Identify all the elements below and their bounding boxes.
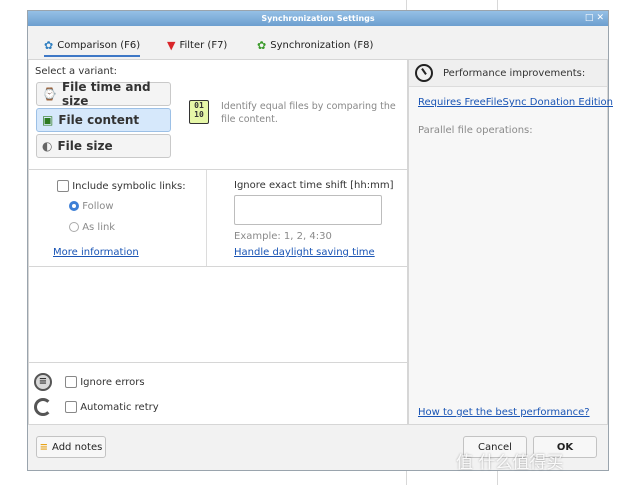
options-panel: Include symbolic links: Follow As link M… [28,169,408,268]
binary-file-icon: ▣ [42,113,54,127]
settings-dialog: Synchronization Settings □ ✕ ✿ Compariso… [27,10,613,471]
divider [206,170,207,268]
performance-title: Performance improvements: [443,68,586,79]
window-controls[interactable]: □ ✕ [585,11,604,26]
retry-icon [34,398,52,416]
title-bar[interactable]: Synchronization Settings □ ✕ [28,11,608,26]
radio-follow[interactable]: Follow [69,201,114,212]
variant-description: Identify equal files by comparing the fi… [221,101,396,125]
notes-icon: ≡ [39,441,49,453]
window-title: Synchronization Settings [261,14,375,23]
speedometer-icon [415,64,433,82]
tab-label: Synchronization (F8) [270,39,374,51]
variant-file-time-size[interactable]: ⌚ File time and size [36,80,171,108]
daylight-saving-link[interactable]: Handle daylight saving time [234,247,375,258]
variant-file-content[interactable]: ▣ File content [36,108,171,132]
tab-bar: ✿ Comparison (F6) ▼ Filter (F7) ✿ Synchr… [28,26,608,63]
parallel-operations-label: Parallel file operations: [418,125,533,136]
size-icon: ◐ [42,139,53,153]
variant-button-label: File content [58,113,140,127]
timeshift-example: Example: 1, 2, 4:30 [234,231,332,242]
binary-file-icon: 01 10 [189,100,209,124]
filter-icon: ▼ [167,38,176,52]
symlink-checkbox[interactable] [57,180,69,192]
watermark: 值 什么值得买 [456,453,564,473]
variant-label: Select a variant: [35,66,118,77]
radio-label: As link [82,222,116,233]
performance-panel: Performance improvements: Requires FreeF… [408,59,613,425]
symlink-checkbox-row[interactable]: Include symbolic links: [57,180,186,192]
more-information-link[interactable]: More information [53,247,139,258]
error-handling-panel: ≡ Ignore errors Automatic retry [28,362,408,425]
symlink-label: Include symbolic links: [72,181,186,192]
best-performance-link[interactable]: How to get the best performance? [418,407,590,418]
tab-filter[interactable]: ▼ Filter (F7) [167,35,227,55]
timeshift-input[interactable] [234,195,382,225]
variant-panel: Select a variant: ⌚ File time and size ▣… [28,59,408,170]
gear-icon: ✿ [257,38,267,52]
tab-label: Comparison (F6) [57,39,141,51]
ignore-errors-label: Ignore errors [80,377,145,388]
add-notes-button[interactable]: ≡ Add notes [36,436,106,458]
variant-file-size[interactable]: ◐ File size [36,134,171,158]
ignore-errors-row[interactable]: Ignore errors [65,376,145,388]
donation-edition-link[interactable]: Requires FreeFileSync Donation Edition [418,97,613,108]
automatic-retry-checkbox[interactable] [65,401,77,413]
tab-comparison[interactable]: ✿ Comparison (F6) [44,35,141,57]
timeshift-label: Ignore exact time shift [hh:mm] [234,180,394,191]
empty-panel [28,266,408,363]
automatic-retry-row[interactable]: Automatic retry [65,401,159,413]
ignore-errors-checkbox[interactable] [65,376,77,388]
variant-button-label: File time and size [61,80,151,108]
tab-label: Filter (F7) [179,39,228,51]
variant-button-label: File size [57,139,113,153]
automatic-retry-label: Automatic retry [80,402,159,413]
gear-icon: ✿ [44,38,54,52]
radio-button[interactable] [69,201,79,211]
radio-label: Follow [82,201,114,212]
button-label: Add notes [52,441,103,453]
clock-file-icon: ⌚ [42,87,57,101]
tab-synchronization[interactable]: ✿ Synchronization (F8) [257,35,373,55]
radio-button[interactable] [69,222,79,232]
radio-as-link[interactable]: As link [69,222,115,233]
ignore-errors-icon: ≡ [34,373,52,391]
